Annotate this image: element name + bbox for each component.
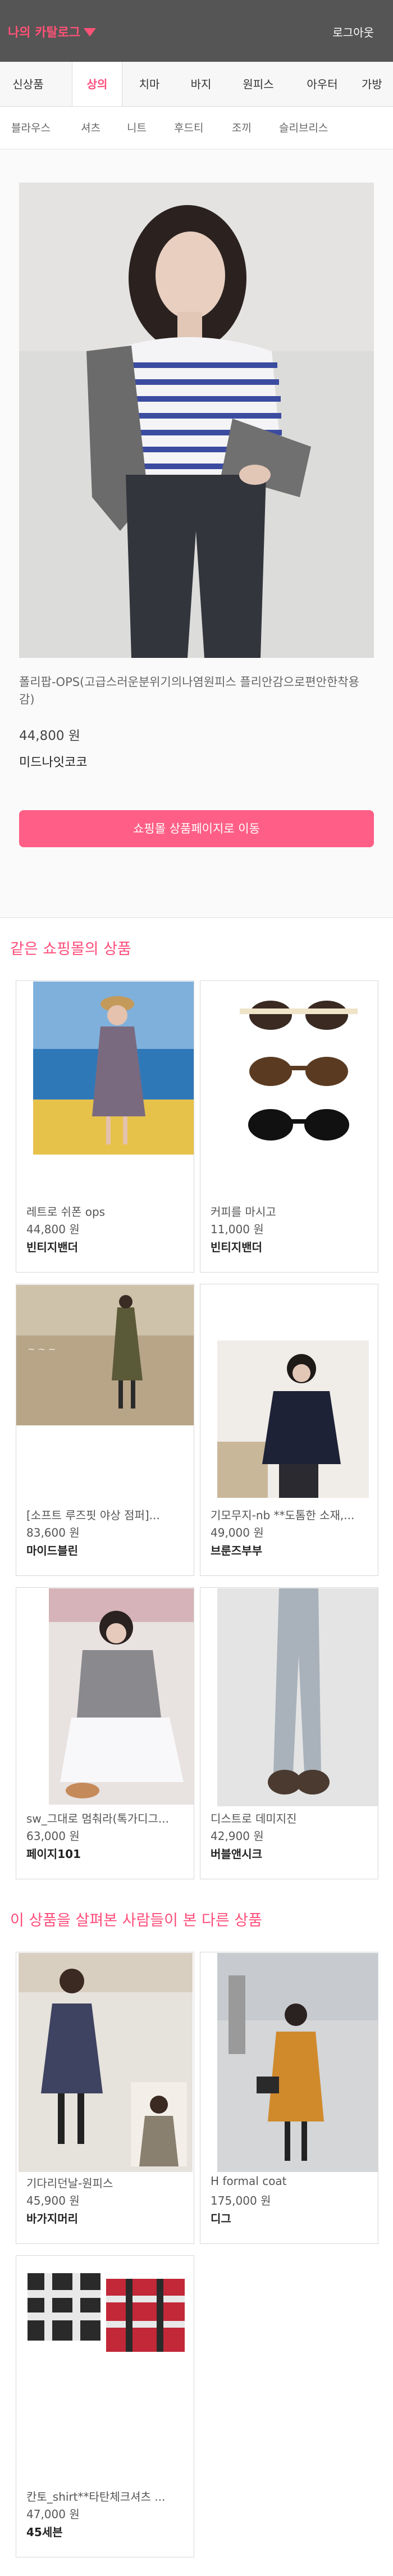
product-thumbnail xyxy=(217,1341,369,1498)
product-thumbnail xyxy=(217,1588,378,1806)
product-card[interactable]: 기모무지-nb **도톰한 소재,... 49,000 원 브룬즈부부 xyxy=(200,1284,378,1576)
product-shop: 디그 xyxy=(211,2212,231,2225)
product-price: 11,000 원 xyxy=(211,1223,264,1236)
product-price: 83,600 원 xyxy=(26,1526,80,1539)
subtab-knit[interactable]: 니트 xyxy=(127,107,147,149)
product-price: 47,000 원 xyxy=(26,2507,80,2521)
tab-tops[interactable]: 상의 xyxy=(72,62,122,106)
product-thumbnail xyxy=(217,982,378,1155)
go-to-shop-button[interactable]: 쇼핑몰 상품페이지로 이동 xyxy=(19,810,374,847)
product-name: 폴리팝-OPS(고급스러운분위기의나염원피스 플리안감으로편안한착용감) xyxy=(19,675,359,706)
product-thumbnail: ~ ~ ~ xyxy=(16,1285,194,1425)
svg-text:~ ~ ~: ~ ~ ~ xyxy=(28,1344,56,1355)
product-shop: 페이지101 xyxy=(26,1847,81,1861)
product-price: 49,000 원 xyxy=(211,1526,264,1539)
product-title: 기모무지-nb **도톰한 소재,... xyxy=(211,1509,355,1522)
product-shop: 빈티지밴더 xyxy=(26,1241,78,1254)
product-title: sw_그대로 멈춰라(톡가디그... xyxy=(26,1812,170,1825)
sub-category-tabs: 블라우스 셔츠 니트 후드티 조끼 슬리브리스 xyxy=(0,107,393,149)
my-catalog-label: 나의 카탈로그 xyxy=(8,26,81,40)
product-card[interactable]: ~ ~ ~ [소프트 루즈핏 야상 점퍼]... 83,600 원 마이드블린 xyxy=(16,1284,194,1576)
product-price: 63,000 원 xyxy=(26,1829,80,1843)
product-title: 칸토_shirt**타탄체크셔츠 ... xyxy=(26,2490,166,2504)
subtab-blouse[interactable]: 블라우스 xyxy=(11,107,51,149)
product-shop: 45세븐 xyxy=(26,2525,63,2539)
product-title: [소프트 루즈핏 야상 점퍼]... xyxy=(26,1509,160,1522)
tab-new[interactable]: 신상품 xyxy=(0,62,56,106)
main-category-tabs: 신상품 상의 치마 바지 원피스 아우터 가방 xyxy=(0,62,393,107)
product-card[interactable]: 커피를 마시고 11,000 원 빈티지밴더 xyxy=(200,980,378,1273)
subtab-vest[interactable]: 조끼 xyxy=(232,107,252,149)
product-price: 175,000 원 xyxy=(211,2194,271,2207)
top-bar: 나의 카탈로그 로그아웃 xyxy=(0,0,393,62)
tab-outer[interactable]: 아우터 xyxy=(295,62,349,106)
product-card[interactable]: sw_그대로 멈춰라(톡가디그... 63,000 원 페이지101 xyxy=(16,1587,194,1879)
product-card[interactable]: H formal coat 175,000 원 디그 xyxy=(200,1952,378,2244)
product-price: 44,800 원 xyxy=(26,1223,80,1236)
model-photo-art xyxy=(19,183,374,658)
product-title: H formal coat xyxy=(211,2174,287,2188)
subtab-sleeveless[interactable]: 슬리브리스 xyxy=(279,107,328,149)
product-shop: 마이드블린 xyxy=(26,1544,78,1557)
product-title: 디스트로 데미지진 xyxy=(211,1812,297,1825)
subtab-shirt[interactable]: 셔츠 xyxy=(81,107,100,149)
also-viewed-title: 이 상품을 살펴본 사람들이 본 다른 상품 xyxy=(10,1912,262,1929)
product-detail: 폴리팝-OPS(고급스러운분위기의나염원피스 플리안감으로편안한착용감) 44,… xyxy=(0,149,393,918)
product-card[interactable]: 디스트로 데미지진 42,900 원 버블앤시크 xyxy=(200,1587,378,1879)
product-title: 커피를 마시고 xyxy=(211,1205,276,1219)
product-shop: 브룬즈부부 xyxy=(211,1544,262,1557)
product-thumbnail xyxy=(49,1588,194,1805)
tab-bags[interactable]: 가방 xyxy=(362,62,393,106)
tab-pants[interactable]: 바지 xyxy=(179,62,223,106)
caret-down-icon xyxy=(84,28,97,37)
product-thumbnail xyxy=(19,1953,193,2172)
tab-skirts[interactable]: 치마 xyxy=(128,62,171,106)
product-shop: 빈티지밴더 xyxy=(211,1241,262,1254)
tab-dresses[interactable]: 원피스 xyxy=(231,62,285,106)
product-thumbnail xyxy=(217,1953,378,2172)
product-thumbnail xyxy=(16,2256,194,2380)
product-image[interactable] xyxy=(19,183,374,658)
product-title: 레트로 쉬폰 ops xyxy=(26,1205,106,1219)
product-card[interactable]: 칸토_shirt**타탄체크셔츠 ... 47,000 원 45세븐 xyxy=(16,2255,194,2557)
product-card[interactable]: 기다리던날-원피스 45,900 원 바가지머리 xyxy=(16,1952,194,2244)
product-shop: 바가지머리 xyxy=(26,2212,78,2225)
product-price: 44,800 원 xyxy=(19,729,80,743)
product-thumbnail xyxy=(33,982,194,1155)
product-card[interactable]: 레트로 쉬폰 ops 44,800 원 빈티지밴더 xyxy=(16,980,194,1273)
same-shop-title: 같은 쇼핑몰의 상품 xyxy=(10,941,131,958)
product-price: 45,900 원 xyxy=(26,2194,80,2207)
product-price: 42,900 원 xyxy=(211,1829,264,1843)
product-shop[interactable]: 미드나잇코코 xyxy=(19,752,87,770)
my-catalog-menu[interactable]: 나의 카탈로그 xyxy=(8,22,97,40)
product-shop: 버블앤시크 xyxy=(211,1847,262,1861)
subtab-hoodie[interactable]: 후드티 xyxy=(174,107,203,149)
logout-link[interactable]: 로그아웃 xyxy=(332,24,374,40)
product-title: 기다리던날-원피스 xyxy=(26,2177,113,2190)
